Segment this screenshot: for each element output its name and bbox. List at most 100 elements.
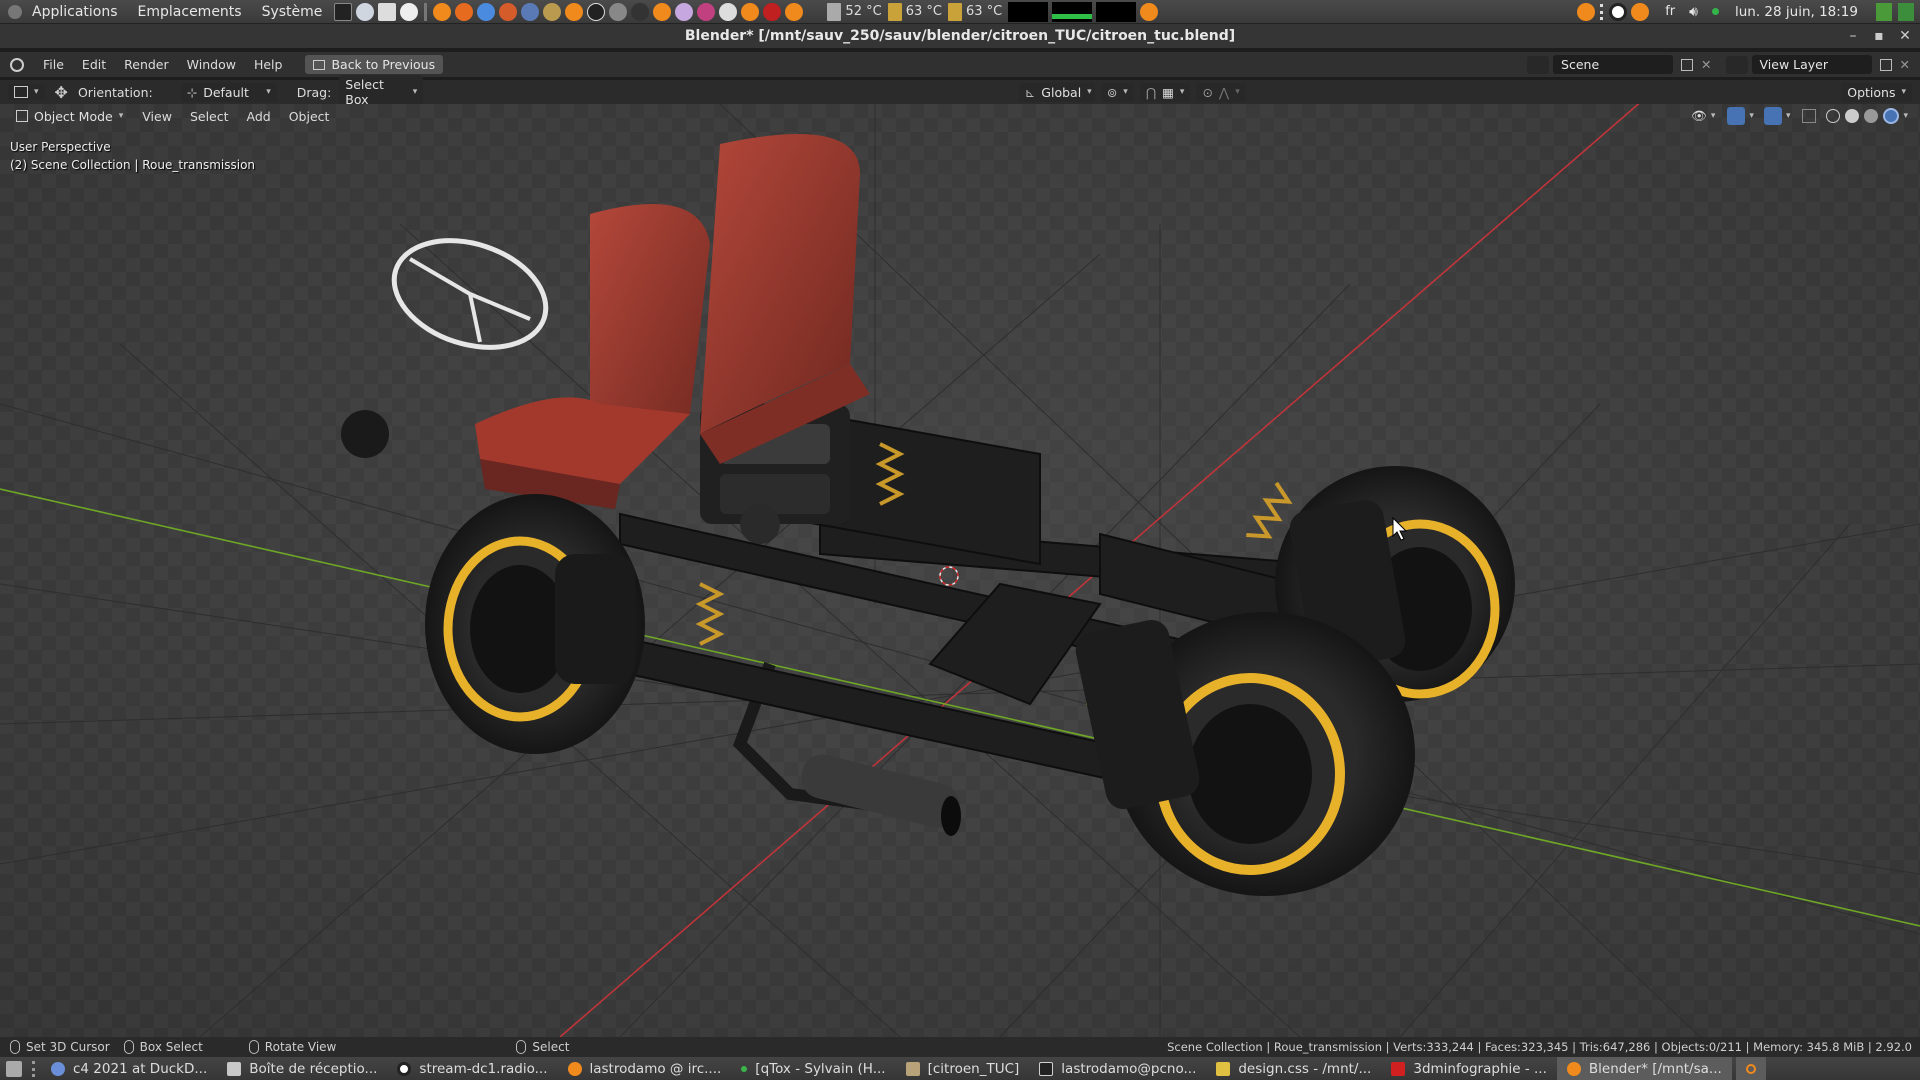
menu-window[interactable]: Window (178, 57, 245, 72)
menu-render[interactable]: Render (115, 57, 178, 72)
blender-logo-icon[interactable] (10, 57, 24, 72)
viewport-menu-select[interactable]: Select (181, 109, 238, 124)
window-titlebar[interactable]: Blender* [/mnt/sauv_250/sauv/blender/cit… (0, 24, 1920, 48)
editor-icon (1216, 1061, 1231, 1076)
chevron-down-icon[interactable]: ▾ (1903, 111, 1908, 121)
taskbar-item-terminal[interactable]: lastrodamo@pcno... (1029, 1057, 1206, 1080)
launcher-app4-icon[interactable] (675, 2, 694, 21)
taskbar-item-mail[interactable]: Boîte de réceptio... (217, 1057, 387, 1080)
menu-file[interactable]: File (34, 57, 73, 72)
window-maximize-button[interactable]: ▪ (1866, 24, 1892, 48)
launcher-app3-icon[interactable] (609, 2, 628, 21)
launcher-vlc-icon[interactable] (433, 2, 452, 21)
delete-scene-icon[interactable]: ✕ (1701, 57, 1711, 72)
solid-shading-icon[interactable] (1845, 109, 1860, 123)
tray-vlc-icon[interactable] (1631, 2, 1650, 21)
transform-gizmo-icon[interactable]: ✥ (55, 83, 68, 102)
chevron-down-icon: ▾ (1235, 87, 1240, 97)
pivot-point-dropdown[interactable]: ⊚ ▾ (1100, 82, 1134, 102)
clock[interactable]: lun. 28 juin, 18:19 (1735, 4, 1858, 20)
launcher-obs-icon[interactable] (587, 2, 606, 21)
blender-topbar: File Edit Render Window Help Back to Pre… (0, 52, 1920, 77)
volume-icon[interactable]: 🔊︎ (1689, 4, 1698, 20)
transform-orientation-dropdown[interactable]: ⊾ Global ▾ (1018, 82, 1095, 102)
keyboard-layout-indicator[interactable]: fr (1665, 4, 1675, 19)
network-monitor-graph (1096, 1, 1137, 22)
launcher-firefox-icon[interactable] (455, 2, 474, 21)
launcher-gimp-icon[interactable] (543, 2, 562, 21)
taskbar-item-browser[interactable]: c4 2021 at DuckD... (41, 1057, 217, 1080)
launcher-blender4-icon[interactable] (785, 2, 804, 21)
taskbar-tray-blender-icon[interactable] (1735, 1057, 1766, 1080)
snap-toggle[interactable]: ⋂ ▦ ▾ (1139, 82, 1191, 102)
gnome-foot-icon[interactable] (8, 4, 22, 19)
visibility-icon[interactable]: 👁︎ (1691, 108, 1707, 124)
network-status-icon[interactable] (1711, 8, 1719, 15)
taskbar-item-label: stream-dc1.radio... (419, 1060, 548, 1077)
rendered-shading-icon[interactable] (1883, 108, 1900, 124)
new-view-layer-icon[interactable] (1879, 58, 1892, 71)
launcher-app6-icon[interactable] (719, 2, 738, 21)
viewport-scene[interactable] (0, 104, 1920, 1037)
back-to-previous-button[interactable]: Back to Previous (305, 55, 444, 74)
editor-type-dropdown[interactable]: ▾ (8, 84, 45, 100)
launcher-inkscape-icon[interactable] (631, 2, 650, 21)
chevron-down-icon[interactable]: ▾ (1749, 111, 1754, 121)
new-scene-icon[interactable] (1681, 58, 1694, 71)
show-desktop-icon[interactable] (6, 1060, 22, 1077)
options-dropdown[interactable]: Options ▾ (1841, 82, 1912, 102)
3d-viewport[interactable] (0, 104, 1920, 1037)
launcher-blender5-icon[interactable] (1140, 2, 1159, 21)
chevron-down-icon[interactable]: ▾ (1711, 111, 1716, 121)
view-layer-field[interactable]: View Layer (1751, 55, 1872, 74)
viewport-menu-add[interactable]: Add (238, 109, 280, 124)
window-minimize-button[interactable]: – (1840, 24, 1866, 48)
os-menu-system[interactable]: Système (252, 4, 333, 20)
box-select-icon (123, 1040, 134, 1054)
delete-view-layer-icon[interactable]: ✕ (1900, 57, 1910, 72)
wireframe-shading-icon[interactable] (1826, 109, 1841, 123)
view-layer-selector-icon[interactable] (1725, 55, 1748, 74)
scene-field[interactable]: Scene (1553, 55, 1674, 74)
menu-edit[interactable]: Edit (73, 57, 115, 72)
tray-obs-icon[interactable] (1609, 2, 1628, 21)
tray-blender-icon[interactable] (1577, 2, 1596, 21)
launcher-app5-icon[interactable] (697, 2, 716, 21)
taskbar-item-blender[interactable]: Blender* [/mnt/sa... (1556, 1057, 1732, 1080)
os-menu-applications[interactable]: Applications (22, 4, 128, 20)
launcher-app-icon[interactable] (499, 2, 518, 21)
launcher-app2-icon[interactable] (521, 2, 540, 21)
scene-selector-icon[interactable] (1527, 55, 1550, 74)
chevron-down-icon[interactable]: ▾ (1786, 111, 1791, 121)
mode-dropdown[interactable]: Object Mode ▾ (10, 107, 129, 126)
overlays-toggle-icon[interactable] (1763, 107, 1782, 125)
launcher-blender3-icon[interactable] (741, 2, 760, 21)
os-menu-places[interactable]: Emplacements (128, 4, 252, 20)
xray-toggle-icon[interactable] (1802, 109, 1817, 123)
tray-app2-icon[interactable] (1898, 2, 1914, 21)
launcher-editor-icon[interactable] (378, 2, 397, 21)
proportional-editing-toggle[interactable]: ⊙ ⋀ ▾ (1196, 82, 1246, 102)
taskbar-item-editor[interactable]: design.css - /mnt/... (1206, 1057, 1381, 1080)
launcher-a-icon[interactable] (400, 2, 419, 21)
viewport-menu-object[interactable]: Object (280, 109, 339, 124)
menu-help[interactable]: Help (245, 57, 292, 72)
launcher-disk-icon[interactable] (356, 2, 375, 21)
material-shading-icon[interactable] (1864, 109, 1879, 123)
launcher-filezilla-icon[interactable] (763, 2, 782, 21)
taskbar-item-folder[interactable]: [citroen_TUC] (896, 1057, 1030, 1080)
taskbar-item-obs[interactable]: stream-dc1.radio... (387, 1057, 557, 1080)
taskbar-item-filezilla[interactable]: 3dminfographie - ... (1381, 1057, 1557, 1080)
tray-menu-icon[interactable] (1600, 3, 1604, 20)
launcher-terminal-icon[interactable] (334, 2, 353, 21)
viewport-menu-view[interactable]: View (133, 109, 181, 124)
launcher-blender-icon[interactable] (565, 2, 584, 21)
launcher-chromium-icon[interactable] (477, 2, 496, 21)
orientation-dropdown[interactable]: ⊹ Default ▾ (180, 82, 277, 102)
taskbar-item-qtox[interactable]: [qTox - Sylvain (H... (731, 1057, 895, 1080)
gizmo-toggle-icon[interactable] (1727, 107, 1746, 125)
taskbar-item-irc[interactable]: lastrodamo @ irc.... (558, 1057, 732, 1080)
window-close-button[interactable]: ✕ (1892, 24, 1918, 48)
launcher-blender2-icon[interactable] (653, 2, 672, 21)
tray-app-icon[interactable] (1876, 2, 1892, 21)
